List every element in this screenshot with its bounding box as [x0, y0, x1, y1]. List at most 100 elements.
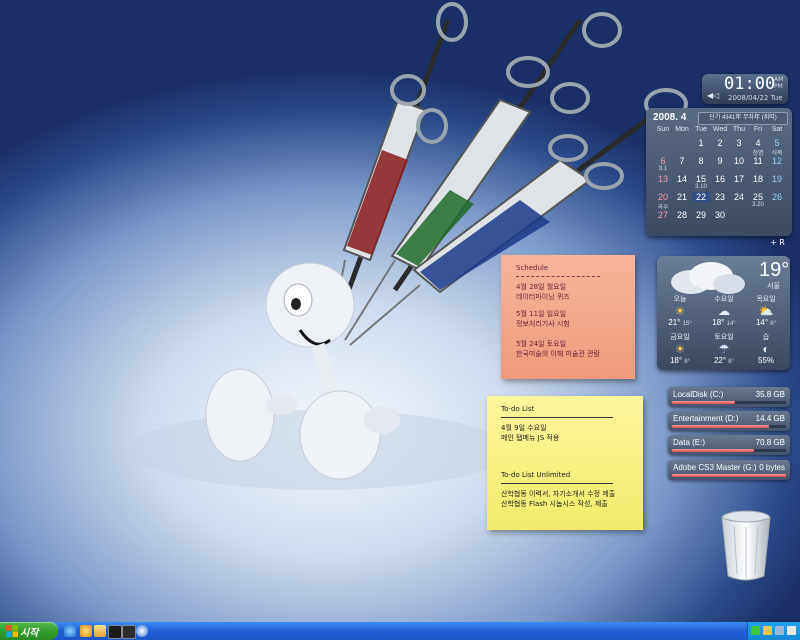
calendar-day[interactable]: 21 — [673, 192, 691, 202]
show-desktop-icon[interactable] — [122, 625, 136, 639]
calendar-day[interactable]: 8 — [692, 156, 710, 166]
media-player-icon[interactable] — [136, 625, 148, 637]
todo-unlimited-item: 산학협동 이력서, 자기소개서 수정 제출 — [501, 490, 616, 498]
drive-usage-bar — [672, 474, 786, 477]
messenger-icon[interactable] — [80, 625, 92, 637]
calendar-weekday: Thu — [732, 126, 746, 133]
clock-ampm: AM PM — [774, 76, 784, 90]
forecast-temps: 18° 8° — [669, 356, 691, 365]
todo-note[interactable]: To-do List 4월 9일 수요일 메인 탭메뉴 JS 적용 To-do … — [487, 396, 643, 530]
calendar-day[interactable]: 18 — [749, 174, 767, 184]
calendar-day[interactable]: 11 — [749, 156, 767, 166]
weather-gadget[interactable]: 19° 서울 오늘 ☀ 21° 15° 수요일 ☁ 18° 14° 목요일 ⛅ 14° 8° 금요… — [657, 256, 790, 370]
drive-usage-bar — [672, 449, 786, 452]
drive-meter[interactable]: Data (E:) 70.8 GB — [668, 435, 790, 455]
calendar-day[interactable]: 16 — [711, 174, 729, 184]
calendar-nav[interactable]: + R — [770, 238, 785, 247]
forecast-temps: 21° 15° — [668, 318, 692, 327]
calendar-day[interactable]: 1 — [692, 138, 710, 148]
drive-meter[interactable]: LocalDisk (C:) 35.8 GB — [668, 387, 790, 407]
drive-free-space: 70.8 GB — [755, 438, 785, 447]
drive-usage-fill — [672, 474, 786, 477]
drive-usage-fill — [672, 425, 769, 428]
drive-free-space: 14.4 GB — [755, 414, 785, 423]
calendar-day[interactable]: 13 — [654, 174, 672, 184]
todo-divider — [501, 417, 613, 418]
weather-forecast-day: 습 ◐ 55% — [745, 332, 787, 365]
calendar-day[interactable]: 14 — [673, 174, 691, 184]
calendar-day[interactable]: 7 — [673, 156, 691, 166]
calendar-day[interactable]: 25 — [749, 192, 767, 202]
calendar-day[interactable]: 19 — [768, 174, 786, 184]
speaker-icon[interactable]: ◀◁ — [707, 91, 719, 100]
weather-icon: ◐ — [762, 342, 770, 356]
todo-unlimited-title: To-do List Unlimited — [501, 471, 571, 479]
cloud-icon — [671, 262, 745, 294]
calendar-day[interactable]: 15 — [692, 174, 710, 184]
clock-date: 2008/04/22 Tue — [728, 94, 783, 102]
calendar-day[interactable]: 10 — [730, 156, 748, 166]
calendar-gadget[interactable]: 2008. 4 단기 4341年 무자年 (쥐띠) Sun Mon Tue Wed Th… — [646, 108, 792, 236]
calendar-day[interactable]: 9 — [711, 156, 729, 166]
forecast-temps: 14° 8° — [755, 318, 777, 327]
pen-tray-icon[interactable] — [763, 626, 772, 635]
recycle-bin-icon[interactable] — [720, 510, 772, 582]
folder-icon[interactable] — [94, 625, 106, 637]
schedule-note[interactable]: Schedule 4월 28일 월요일 데이터마이닝 퀴즈 5월 11일 일요일… — [501, 255, 635, 379]
schedule-item-text: 데이터마이닝 퀴즈 — [516, 293, 570, 301]
calendar-day[interactable]: 30 — [711, 210, 729, 220]
network-tray-icon[interactable] — [751, 626, 760, 635]
calendar-lunar-year: 단기 4341年 무자年 (쥐띠) — [698, 112, 788, 125]
drive-usage-bar — [672, 401, 786, 404]
calendar-day[interactable]: 3 — [730, 138, 748, 148]
forecast-label: 습 — [762, 334, 770, 341]
calendar-day[interactable]: 26 — [768, 192, 786, 202]
clock-gadget[interactable]: ◀◁ 01:00 AM PM 2008/04/22 Tue — [702, 74, 788, 104]
calendar-day[interactable]: 2 — [711, 138, 729, 148]
calendar-day[interactable]: 24 — [730, 192, 748, 202]
weather-icon: ☀ — [674, 342, 686, 356]
calendar-weekday: Sun — [656, 126, 670, 133]
calendar-weekday: Mon — [675, 126, 689, 133]
system-tray — [747, 622, 800, 640]
calendar-weekday: Fri — [753, 126, 763, 133]
weather-forecast-day: 수요일 ☁ 18° 14° — [703, 294, 745, 327]
weather-icon: ☀ — [674, 304, 686, 318]
calendar-day-note: 3.20 — [752, 202, 764, 208]
drive-meter[interactable]: Entertainment (D:) 14.4 GB — [668, 411, 790, 431]
drive-usage-bar — [672, 425, 786, 428]
command-prompt-icon[interactable] — [108, 625, 122, 639]
weather-forecast-day: 토요일 ☂ 22° 8° — [703, 332, 745, 365]
calendar-day[interactable]: 29 — [692, 210, 710, 220]
drive-free-space: 0 bytes — [759, 463, 785, 472]
drive-meter[interactable]: Adobe CS3 Master (G:) 0 bytes — [668, 460, 790, 480]
calendar-day[interactable]: 27 — [654, 210, 672, 220]
calendar-day[interactable]: 23 — [711, 192, 729, 202]
calendar-day[interactable]: 12 — [768, 156, 786, 166]
forecast-label: 수요일 — [714, 296, 734, 303]
calendar-day[interactable]: 28 — [673, 210, 691, 220]
todo-title: To-do List — [501, 405, 535, 413]
security-tray-icon[interactable] — [787, 626, 796, 635]
drive-name: Entertainment (D:) — [673, 414, 739, 423]
desktop-wallpaper: ◀◁ 01:00 AM PM 2008/04/22 Tue 2008. 4 단기 … — [0, 0, 800, 622]
clock-time: 01:00 — [724, 74, 776, 94]
white-figure — [205, 262, 400, 480]
calendar-day[interactable]: 20 — [654, 192, 672, 202]
todo-unlimited-divider — [501, 483, 613, 484]
calendar-day[interactable]: 22 — [692, 192, 710, 202]
calendar-day[interactable]: 4 — [749, 138, 767, 148]
weather-icon: ⛅ — [758, 304, 774, 318]
weather-city: 서울 — [767, 283, 780, 290]
internet-explorer-icon[interactable] — [64, 625, 76, 637]
drive-name: Data (E:) — [673, 438, 706, 447]
weather-current-temp: 19° — [759, 259, 790, 281]
calendar-day[interactable]: 17 — [730, 174, 748, 184]
weather-forecast-day: 목요일 ⛅ 14° 8° — [745, 294, 787, 327]
calendar-weekday: Tue — [695, 126, 707, 133]
calendar-day[interactable]: 5 — [768, 138, 786, 148]
display-tray-icon[interactable] — [775, 626, 784, 635]
start-button[interactable]: 시작 — [0, 622, 58, 640]
forecast-temps: 55% — [757, 356, 774, 365]
calendar-day[interactable]: 6 — [654, 156, 672, 166]
